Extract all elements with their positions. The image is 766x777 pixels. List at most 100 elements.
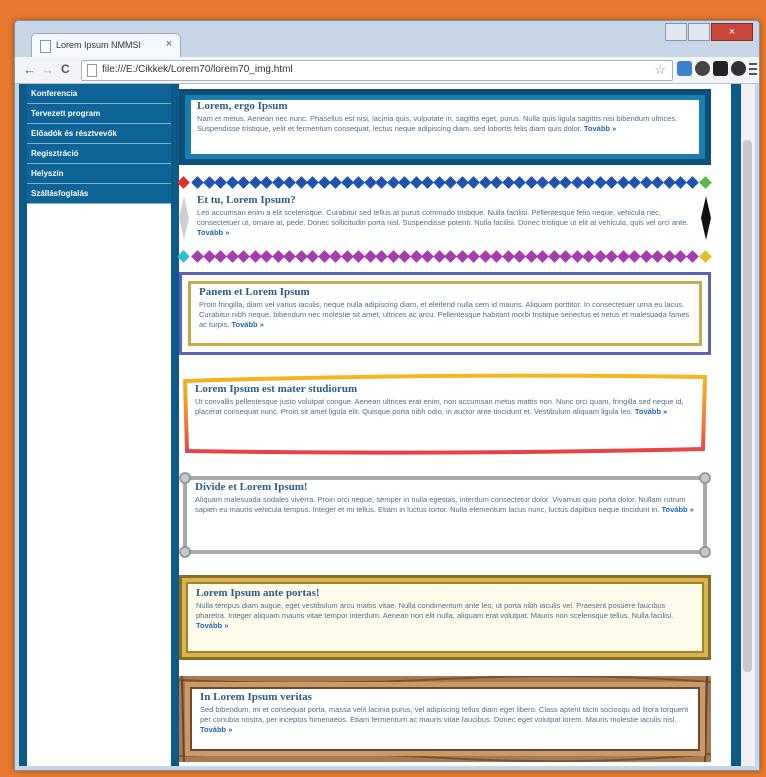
side-diamond-right <box>701 196 711 218</box>
diamond-top <box>283 176 296 189</box>
diamond-corner <box>177 250 190 263</box>
back-arrow-icon[interactable]: ← <box>23 62 36 77</box>
box-body: Sed bibendum, mi et consequat porta, mas… <box>200 705 689 724</box>
browser-tab[interactable]: Lorem Ipsum NMMSI × <box>31 33 181 58</box>
read-more-link[interactable]: Tovább » <box>200 725 232 734</box>
sidebar-menu: Konferencia Tervezett program Előadók és… <box>27 84 171 204</box>
diamond-corner <box>699 176 712 189</box>
box-text: Nam et metus. Aenean nec nunc. Phasellus… <box>197 114 693 134</box>
diamond-top <box>685 176 699 189</box>
reload-icon[interactable]: C <box>61 62 70 76</box>
box-inner: Panem et Lorem Ipsum Proin fringilla, di… <box>188 281 702 346</box>
diamond-top <box>421 176 434 189</box>
sidebar-item-regisztracio[interactable]: Regisztráció <box>27 144 171 164</box>
read-more-link[interactable]: Tovább » <box>662 505 694 514</box>
diamond-bottom <box>398 250 411 263</box>
read-more-link[interactable]: Tovább » <box>584 124 616 133</box>
diamond-bottom <box>306 250 319 263</box>
diamond-bottom <box>421 250 434 263</box>
diamond-top <box>191 176 204 189</box>
box-body: Nulla tempus diam augue, eget vestibulum… <box>196 601 674 620</box>
side-diamond-left <box>179 196 189 218</box>
content-box-2: Et tu, Lorem Ipsum? Leo accumsan enim a … <box>177 176 712 263</box>
sidebar-item-eloadok[interactable]: Előadók és résztvevők <box>27 124 171 144</box>
window-controls: × <box>665 23 753 41</box>
sidebar-item-szallas[interactable]: Szállásfoglalás <box>27 184 171 204</box>
diamond-bottom <box>467 250 480 263</box>
read-more-link[interactable]: Tovább » <box>635 407 667 416</box>
diamond-bottom <box>375 250 388 263</box>
diamond-bottom <box>651 250 664 263</box>
diamond-bottom <box>513 250 526 263</box>
read-more-link[interactable]: Tovább » <box>232 320 264 329</box>
diamond-bottom <box>283 250 296 263</box>
extension-mail-icon[interactable] <box>677 61 692 76</box>
diamond-bottom <box>191 250 204 263</box>
diamond-top <box>559 176 572 189</box>
menu-icon[interactable] <box>749 63 757 75</box>
diamond-bottom <box>582 250 595 263</box>
box-title: Lorem Ipsum ante portas! <box>196 587 320 599</box>
scrollbar-thumb[interactable] <box>743 140 752 672</box>
diamond-top <box>375 176 388 189</box>
sidebar-item-konferencia[interactable]: Konferencia <box>27 84 171 104</box>
box-inner: Divide et Lorem Ipsum! Aliquam malesuada… <box>187 478 705 550</box>
box-title: Lorem, ergo Ipsum <box>197 100 288 112</box>
diamond-top <box>467 176 480 189</box>
diamond-top <box>237 176 250 189</box>
star-icon[interactable]: ☆ <box>654 62 666 78</box>
box-inner: Lorem Ipsum ante portas! Nulla tempus di… <box>186 582 704 653</box>
read-more-link[interactable]: Tovább » <box>196 621 228 630</box>
read-more-link[interactable]: Tovább » <box>197 228 229 237</box>
sidebar-item-helyszin[interactable]: Helyszín <box>27 164 171 184</box>
extension-circle-icon[interactable] <box>695 61 710 76</box>
forward-arrow-icon[interactable]: → <box>41 62 54 77</box>
diamond-top <box>490 176 503 189</box>
diamond-corner <box>699 250 712 263</box>
diamond-corner <box>177 176 190 189</box>
box-text: Sed bibendum, mi et consequat porta, mas… <box>200 705 690 735</box>
box-text: Ut convallis pellentesque justo volutpat… <box>195 397 695 417</box>
browser-toolbar: ← → C file:///E:/Cikkek/Lorem70/lorem70_… <box>15 57 759 84</box>
diamond-top <box>605 176 618 189</box>
box-inner: Lorem Ipsum est mater studiorum Ut conva… <box>185 377 705 449</box>
diamond-bottom <box>685 250 699 263</box>
diamond-top <box>306 176 319 189</box>
diamond-bottom <box>674 250 687 263</box>
extension-box-icon[interactable] <box>713 61 728 76</box>
content-box-7: In Lorem Ipsum veritas Sed bibendum, mi … <box>179 676 711 762</box>
address-bar[interactable]: file:///E:/Cikkek/Lorem70/lorem70_img.ht… <box>81 60 673 81</box>
box-text: Leo accumsan enim a elit scelerisque. Cu… <box>197 208 693 238</box>
box-inner: Et tu, Lorem Ipsum? Leo accumsan enim a … <box>189 192 701 248</box>
diamond-top <box>674 176 687 189</box>
diamond-top <box>582 176 595 189</box>
diamond-bottom <box>490 250 503 263</box>
page-viewport: Konferencia Tervezett program Előadók és… <box>19 84 755 766</box>
minimize-button[interactable] <box>665 23 687 41</box>
side-diamond-left <box>179 218 189 240</box>
content-box-1: Lorem, ergo Ipsum Nam et metus. Aenean n… <box>179 89 711 165</box>
tab-close-icon[interactable]: × <box>166 38 172 50</box>
diamond-top <box>513 176 526 189</box>
diamond-top <box>329 176 342 189</box>
diamond-top <box>444 176 457 189</box>
diamond-top <box>352 176 365 189</box>
sidebar-item-program[interactable]: Tervezett program <box>27 104 171 124</box>
title-bar: Lorem Ipsum NMMSI × × <box>15 21 759 58</box>
box-title: Et tu, Lorem Ipsum? <box>197 194 296 206</box>
maximize-button[interactable] <box>688 23 710 41</box>
extension-gear-icon[interactable] <box>731 61 746 76</box>
box-body: Aliquam malesuada sodales viverra. Proin… <box>195 495 686 514</box>
box-inner: In Lorem Ipsum veritas Sed bibendum, mi … <box>190 687 700 751</box>
box-text: Proin fringilla, diam vel varius iaculis… <box>199 300 691 330</box>
browser-window: Lorem Ipsum NMMSI × × ← → C file:///E:/C… <box>14 20 760 771</box>
diamond-bottom <box>329 250 342 263</box>
vertical-scrollbar[interactable] <box>741 84 755 766</box>
page-favicon-icon <box>40 40 51 53</box>
diamond-top <box>214 176 227 189</box>
diamond-bottom <box>444 250 457 263</box>
content-box-3: Panem et Lorem Ipsum Proin fringilla, di… <box>179 272 711 355</box>
box-text: Aliquam malesuada sodales viverra. Proin… <box>195 495 697 515</box>
box-body: Proin fringilla, diam vel varius iaculis… <box>199 300 690 329</box>
close-window-button[interactable]: × <box>711 23 753 41</box>
